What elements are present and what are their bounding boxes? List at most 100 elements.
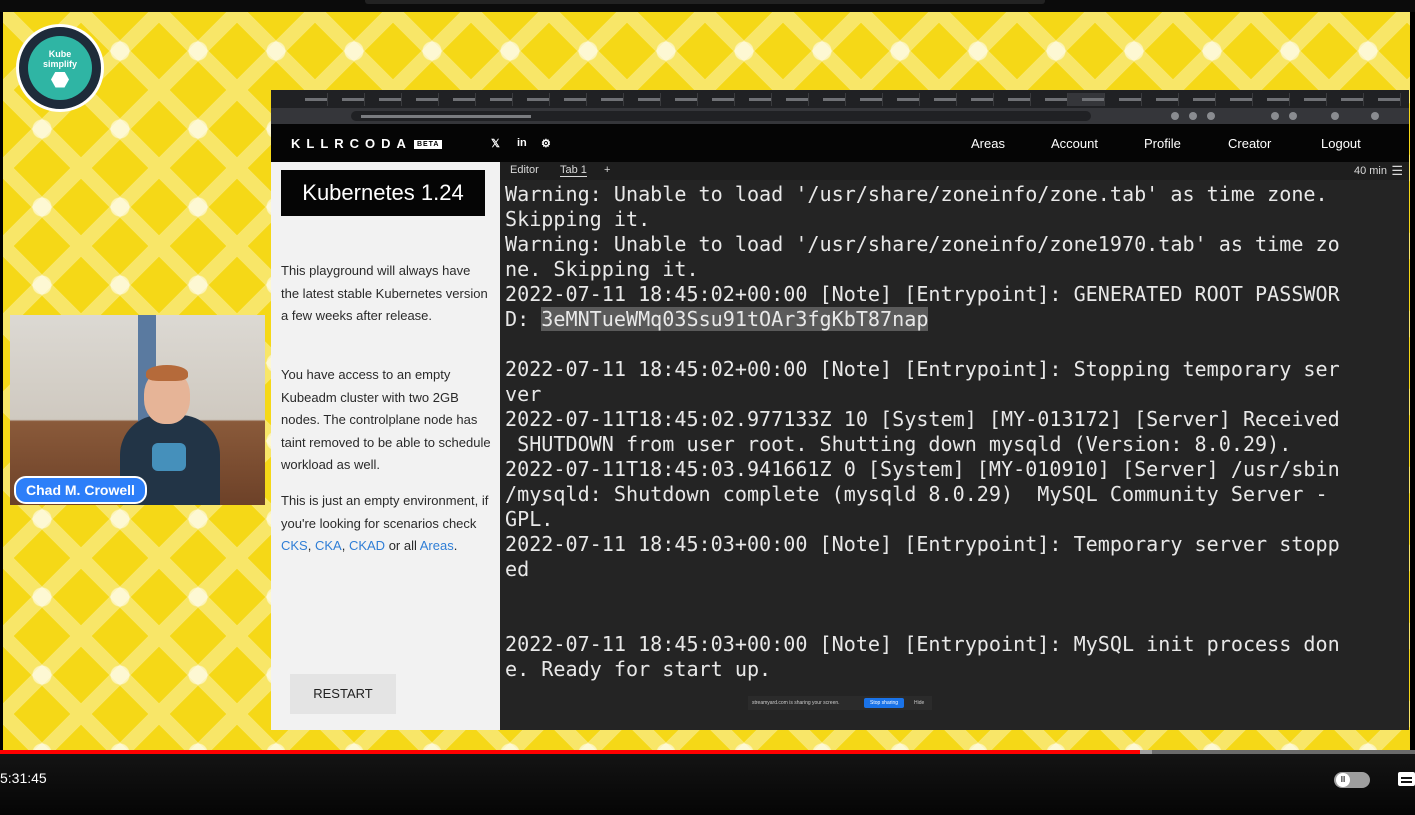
browser-tab[interactable] <box>587 93 624 106</box>
share-text: streamyard.com is sharing your screen. <box>752 700 840 706</box>
panel-text-3: This is just an empty environment, if yo… <box>281 490 491 558</box>
subtitles-icon[interactable] <box>1398 772 1415 786</box>
link-cks[interactable]: CKS <box>281 538 308 553</box>
browser-url-bar <box>271 108 1409 124</box>
browser-tab[interactable] <box>328 93 365 106</box>
browser-tab[interactable] <box>513 93 550 106</box>
terminal-line: ne. Skipping it. <box>505 257 699 281</box>
browser-tab[interactable] <box>1179 93 1216 106</box>
browser-window: KLLRCODA BETA 𝕏 in ⚙ Areas Account Profil… <box>271 90 1409 730</box>
browser-tab[interactable] <box>809 93 846 106</box>
browser-tab[interactable] <box>291 93 328 106</box>
period: . <box>453 538 458 553</box>
browser-tab[interactable] <box>883 93 920 106</box>
restart-button[interactable]: RESTART <box>290 674 396 714</box>
profile-avatar-icon[interactable] <box>1371 112 1379 120</box>
extension-icon[interactable] <box>1331 112 1339 120</box>
terminal-header: Editor Tab 1 + 40 min ☰ <box>500 162 1409 180</box>
panel-text-2: You have access to an empty Kubeadm clus… <box>281 367 491 472</box>
browser-tab[interactable] <box>1364 93 1401 106</box>
terminal-line: e. Ready for start up. <box>505 657 772 681</box>
extension-icon[interactable] <box>1171 112 1179 120</box>
linkedin-icon[interactable]: in <box>517 137 527 149</box>
top-strip <box>0 0 1415 12</box>
terminal-line: Skipping it. <box>505 207 651 231</box>
browser-tab[interactable] <box>1327 93 1364 106</box>
brand-text: KLLRCODA <box>291 136 412 151</box>
terminal-line: 2022-07-11T18:45:02.977133Z 10 [System] … <box>505 407 1340 431</box>
extension-icon[interactable] <box>1289 112 1297 120</box>
extension-icon[interactable] <box>1189 112 1197 120</box>
link-areas[interactable]: Areas <box>420 538 454 553</box>
browser-tab[interactable] <box>550 93 587 106</box>
add-tab-button[interactable]: + <box>604 164 610 176</box>
extension-icon[interactable] <box>1207 112 1215 120</box>
browser-tab[interactable] <box>624 93 661 106</box>
panel-text-1: This playground will always have the lat… <box>281 263 488 323</box>
discord-icon[interactable]: ⚙ <box>541 137 551 150</box>
address-field[interactable] <box>351 111 1091 121</box>
presenter-hair <box>146 365 188 381</box>
panel-text-3-prefix: This is just an empty environment, if yo… <box>281 493 489 531</box>
terminal-line: Warning: Unable to load '/usr/share/zone… <box>505 182 1328 206</box>
browser-tab[interactable] <box>1031 93 1068 106</box>
root-password: 3eMNTueWMq03Ssu91tOAr3fgKbT87nap <box>541 307 929 331</box>
browser-tab[interactable] <box>1142 93 1179 106</box>
nav-profile[interactable]: Profile <box>1144 136 1181 151</box>
browser-tab[interactable] <box>1253 93 1290 106</box>
logo-text: Kube simplify <box>42 48 77 69</box>
browser-tab[interactable] <box>1105 93 1142 106</box>
link-ckad[interactable]: CKAD <box>349 538 385 553</box>
browser-tab[interactable] <box>661 93 698 106</box>
page-title: Kubernetes 1.24 <box>281 170 485 216</box>
tab-terminal-1[interactable]: Tab 1 <box>560 164 587 177</box>
hamburger-menu-icon[interactable]: ☰ <box>1391 163 1403 179</box>
terminal-line: Warning: Unable to load '/usr/share/zone… <box>505 232 1340 256</box>
browser-tab[interactable] <box>1216 93 1253 106</box>
nav-logout[interactable]: Logout <box>1321 136 1361 151</box>
browser-tab[interactable] <box>402 93 439 106</box>
pause-icon: II <box>1336 773 1350 787</box>
presenter-name-tag: Chad M. Crowell <box>14 476 147 504</box>
browser-tab[interactable] <box>735 93 772 106</box>
tab-editor[interactable]: Editor <box>510 164 539 176</box>
panel-text-3-mid: or all <box>385 538 420 553</box>
browser-tab[interactable] <box>920 93 957 106</box>
kubernetes-hex-icon <box>51 71 69 88</box>
kubesimplify-logo: Kube simplify <box>16 24 104 112</box>
terminal-text: D: <box>505 307 542 331</box>
logo-badge: Kube simplify <box>28 36 92 100</box>
browser-tab[interactable] <box>994 93 1031 106</box>
browser-tab[interactable] <box>698 93 735 106</box>
autoplay-toggle[interactable]: II <box>1334 772 1370 788</box>
player-controls: 5:31:45 II <box>0 754 1415 815</box>
browser-tab[interactable] <box>846 93 883 106</box>
browser-tab[interactable] <box>439 93 476 106</box>
browser-tab[interactable] <box>772 93 809 106</box>
terminal-line: D: 3eMNTueWMq03Ssu91tOAr3fgKbT87nap <box>505 307 929 332</box>
nav-areas[interactable]: Areas <box>971 136 1005 151</box>
screen-share-banner: streamyard.com is sharing your screen. S… <box>748 696 932 710</box>
session-timer: 40 min <box>1353 165 1387 177</box>
terminal-line: GPL. <box>505 507 554 531</box>
beta-badge: BETA <box>413 140 443 150</box>
browser-tab[interactable] <box>957 93 994 106</box>
terminal-line: 2022-07-11 18:45:02+00:00 [Note] [Entryp… <box>505 357 1340 381</box>
terminal-line: 2022-07-11 18:45:03+00:00 [Note] [Entryp… <box>505 532 1340 556</box>
terminal-output[interactable]: Warning: Unable to load '/usr/share/zone… <box>500 180 1409 730</box>
link-cka[interactable]: CKA <box>315 538 342 553</box>
nav-creator[interactable]: Creator <box>1228 136 1271 151</box>
browser-tab[interactable] <box>1068 93 1105 106</box>
browser-tab[interactable] <box>1290 93 1327 106</box>
terminal-line: ed <box>505 557 530 581</box>
twitter-icon[interactable]: 𝕏 <box>491 137 500 150</box>
terminal-line: /mysqld: Shutdown complete (mysqld 8.0.2… <box>505 482 1328 506</box>
extension-icon[interactable] <box>1271 112 1279 120</box>
hide-button[interactable]: Hide <box>914 696 924 710</box>
terminal-line: 2022-07-11T18:45:03.941661Z 0 [System] [… <box>505 457 1340 481</box>
killercoda-brand[interactable]: KLLRCODA BETA <box>291 136 443 151</box>
nav-account[interactable]: Account <box>1051 136 1098 151</box>
stop-sharing-button[interactable]: Stop sharing <box>864 698 905 708</box>
browser-tab[interactable] <box>365 93 402 106</box>
browser-tab[interactable] <box>476 93 513 106</box>
